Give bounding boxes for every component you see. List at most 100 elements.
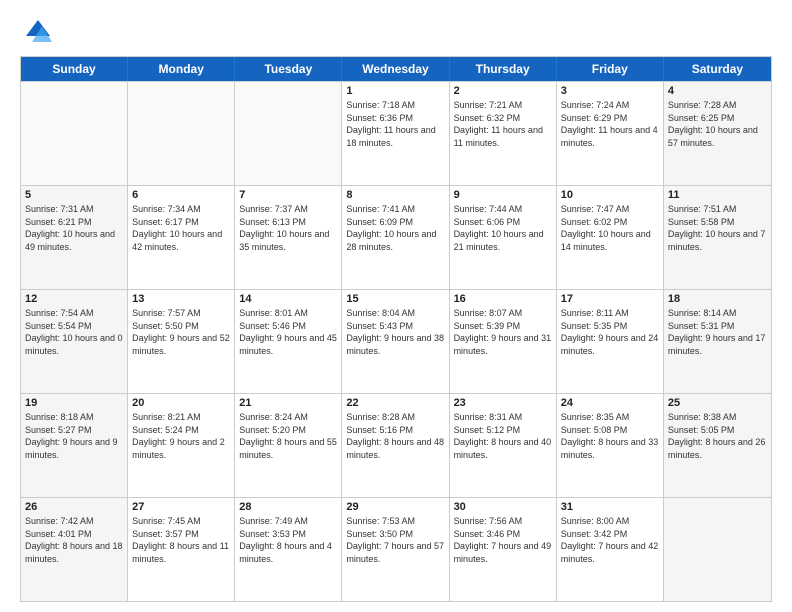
logo-icon	[22, 16, 54, 48]
day-number: 14	[239, 293, 337, 305]
day-cell-25: 25 Sunrise: 8:38 AMSunset: 5:05 PMDayligh…	[664, 394, 771, 497]
day-number: 3	[561, 85, 659, 97]
day-cell-20: 20 Sunrise: 8:21 AMSunset: 5:24 PMDayligh…	[128, 394, 235, 497]
weekday-header-saturday: Saturday	[664, 57, 771, 81]
day-cell-3: 3 Sunrise: 7:24 AMSunset: 6:29 PMDaylight…	[557, 82, 664, 185]
empty-cell	[128, 82, 235, 185]
day-cell-23: 23 Sunrise: 8:31 AMSunset: 5:12 PMDayligh…	[450, 394, 557, 497]
weekday-header-monday: Monday	[128, 57, 235, 81]
day-cell-31: 31Sunrise: 8:00 AMSunset: 3:42 PMDayligh…	[557, 498, 664, 601]
day-info: Sunrise: 7:21 AMSunset: 6:32 PMDaylight:…	[454, 99, 552, 149]
weekday-header-tuesday: Tuesday	[235, 57, 342, 81]
day-cell-4: 4 Sunrise: 7:28 AMSunset: 6:25 PMDaylight…	[664, 82, 771, 185]
day-number: 7	[239, 189, 337, 201]
day-info: Sunrise: 8:14 AMSunset: 5:31 PMDaylight:…	[668, 307, 767, 357]
calendar-row-3: 19 Sunrise: 8:18 AMSunset: 5:27 PMDayligh…	[21, 393, 771, 497]
day-cell-1: 1 Sunrise: 7:18 AMSunset: 6:36 PMDaylight…	[342, 82, 449, 185]
day-number: 13	[132, 293, 230, 305]
day-cell-8: 8 Sunrise: 7:41 AMSunset: 6:09 PMDaylight…	[342, 186, 449, 289]
calendar-row-2: 12Sunrise: 7:54 AMSunset: 5:54 PMDayligh…	[21, 289, 771, 393]
day-number: 19	[25, 397, 123, 409]
day-cell-28: 28 Sunrise: 7:49 AMSunset: 3:53 PMDayligh…	[235, 498, 342, 601]
day-number: 22	[346, 397, 444, 409]
day-cell-6: 6 Sunrise: 7:34 AMSunset: 6:17 PMDaylight…	[128, 186, 235, 289]
calendar: SundayMondayTuesdayWednesdayThursdayFrid…	[20, 56, 772, 602]
day-info: Sunrise: 7:28 AMSunset: 6:25 PMDaylight:…	[668, 99, 767, 149]
day-info: Sunrise: 7:37 AMSunset: 6:13 PMDaylight:…	[239, 203, 337, 253]
weekday-header-sunday: Sunday	[21, 57, 128, 81]
day-info: Sunrise: 8:38 AMSunset: 5:05 PMDaylight:…	[668, 411, 767, 461]
day-number: 18	[668, 293, 767, 305]
day-cell-5: 5 Sunrise: 7:31 AMSunset: 6:21 PMDaylight…	[21, 186, 128, 289]
day-info: Sunrise: 8:31 AMSunset: 5:12 PMDaylight:…	[454, 411, 552, 461]
day-number: 26	[25, 501, 123, 513]
day-cell-18: 18 Sunrise: 8:14 AMSunset: 5:31 PMDayligh…	[664, 290, 771, 393]
empty-cell	[21, 82, 128, 185]
calendar-row-4: 26 Sunrise: 7:42 AMSunset: 4:01 PMDayligh…	[21, 497, 771, 601]
day-info: Sunrise: 7:18 AMSunset: 6:36 PMDaylight:…	[346, 99, 444, 149]
day-cell-16: 16 Sunrise: 8:07 AMSunset: 5:39 PMDayligh…	[450, 290, 557, 393]
calendar-row-0: 1 Sunrise: 7:18 AMSunset: 6:36 PMDaylight…	[21, 81, 771, 185]
day-number: 30	[454, 501, 552, 513]
empty-cell	[235, 82, 342, 185]
day-info: Sunrise: 7:42 AMSunset: 4:01 PMDaylight:…	[25, 515, 123, 565]
day-info: Sunrise: 8:04 AMSunset: 5:43 PMDaylight:…	[346, 307, 444, 357]
day-number: 5	[25, 189, 123, 201]
day-number: 11	[668, 189, 767, 201]
day-info: Sunrise: 7:49 AMSunset: 3:53 PMDaylight:…	[239, 515, 337, 565]
day-info: Sunrise: 7:47 AMSunset: 6:02 PMDaylight:…	[561, 203, 659, 253]
day-cell-30: 30Sunrise: 7:56 AMSunset: 3:46 PMDayligh…	[450, 498, 557, 601]
day-cell-22: 22 Sunrise: 8:28 AMSunset: 5:16 PMDayligh…	[342, 394, 449, 497]
day-number: 10	[561, 189, 659, 201]
day-info: Sunrise: 7:44 AMSunset: 6:06 PMDaylight:…	[454, 203, 552, 253]
day-number: 29	[346, 501, 444, 513]
day-cell-13: 13 Sunrise: 7:57 AMSunset: 5:50 PMDayligh…	[128, 290, 235, 393]
day-number: 25	[668, 397, 767, 409]
day-info: Sunrise: 8:07 AMSunset: 5:39 PMDaylight:…	[454, 307, 552, 357]
day-info: Sunrise: 7:51 AMSunset: 5:58 PMDaylight:…	[668, 203, 767, 253]
weekday-header-friday: Friday	[557, 57, 664, 81]
day-number: 6	[132, 189, 230, 201]
calendar-row-1: 5 Sunrise: 7:31 AMSunset: 6:21 PMDaylight…	[21, 185, 771, 289]
day-number: 8	[346, 189, 444, 201]
empty-cell	[664, 498, 771, 601]
day-info: Sunrise: 7:34 AMSunset: 6:17 PMDaylight:…	[132, 203, 230, 253]
day-cell-26: 26 Sunrise: 7:42 AMSunset: 4:01 PMDayligh…	[21, 498, 128, 601]
day-info: Sunrise: 7:31 AMSunset: 6:21 PMDaylight:…	[25, 203, 123, 253]
day-cell-14: 14 Sunrise: 8:01 AMSunset: 5:46 PMDayligh…	[235, 290, 342, 393]
day-cell-2: 2Sunrise: 7:21 AMSunset: 6:32 PMDaylight…	[450, 82, 557, 185]
day-number: 20	[132, 397, 230, 409]
day-number: 24	[561, 397, 659, 409]
day-info: Sunrise: 8:21 AMSunset: 5:24 PMDaylight:…	[132, 411, 230, 461]
day-number: 16	[454, 293, 552, 305]
day-cell-29: 29 Sunrise: 7:53 AMSunset: 3:50 PMDayligh…	[342, 498, 449, 601]
day-info: Sunrise: 7:53 AMSunset: 3:50 PMDaylight:…	[346, 515, 444, 565]
day-cell-7: 7 Sunrise: 7:37 AMSunset: 6:13 PMDaylight…	[235, 186, 342, 289]
day-number: 1	[346, 85, 444, 97]
day-cell-24: 24 Sunrise: 8:35 AMSunset: 5:08 PMDayligh…	[557, 394, 664, 497]
day-number: 28	[239, 501, 337, 513]
day-number: 4	[668, 85, 767, 97]
header	[20, 16, 772, 48]
day-cell-10: 10 Sunrise: 7:47 AMSunset: 6:02 PMDayligh…	[557, 186, 664, 289]
day-number: 21	[239, 397, 337, 409]
day-info: Sunrise: 8:00 AMSunset: 3:42 PMDaylight:…	[561, 515, 659, 565]
day-info: Sunrise: 8:28 AMSunset: 5:16 PMDaylight:…	[346, 411, 444, 461]
day-info: Sunrise: 7:54 AMSunset: 5:54 PMDaylight:…	[25, 307, 123, 357]
day-info: Sunrise: 8:11 AMSunset: 5:35 PMDaylight:…	[561, 307, 659, 357]
day-number: 9	[454, 189, 552, 201]
day-info: Sunrise: 8:01 AMSunset: 5:46 PMDaylight:…	[239, 307, 337, 357]
day-info: Sunrise: 7:57 AMSunset: 5:50 PMDaylight:…	[132, 307, 230, 357]
day-info: Sunrise: 7:24 AMSunset: 6:29 PMDaylight:…	[561, 99, 659, 149]
day-info: Sunrise: 7:41 AMSunset: 6:09 PMDaylight:…	[346, 203, 444, 253]
day-number: 23	[454, 397, 552, 409]
day-info: Sunrise: 7:45 AMSunset: 3:57 PMDaylight:…	[132, 515, 230, 565]
day-info: Sunrise: 8:35 AMSunset: 5:08 PMDaylight:…	[561, 411, 659, 461]
day-cell-27: 27Sunrise: 7:45 AMSunset: 3:57 PMDayligh…	[128, 498, 235, 601]
day-cell-21: 21Sunrise: 8:24 AMSunset: 5:20 PMDayligh…	[235, 394, 342, 497]
day-info: Sunrise: 8:18 AMSunset: 5:27 PMDaylight:…	[25, 411, 123, 461]
day-cell-11: 11 Sunrise: 7:51 AMSunset: 5:58 PMDayligh…	[664, 186, 771, 289]
day-cell-12: 12Sunrise: 7:54 AMSunset: 5:54 PMDayligh…	[21, 290, 128, 393]
calendar-body: 1 Sunrise: 7:18 AMSunset: 6:36 PMDaylight…	[21, 81, 771, 601]
page: SundayMondayTuesdayWednesdayThursdayFrid…	[0, 0, 792, 612]
